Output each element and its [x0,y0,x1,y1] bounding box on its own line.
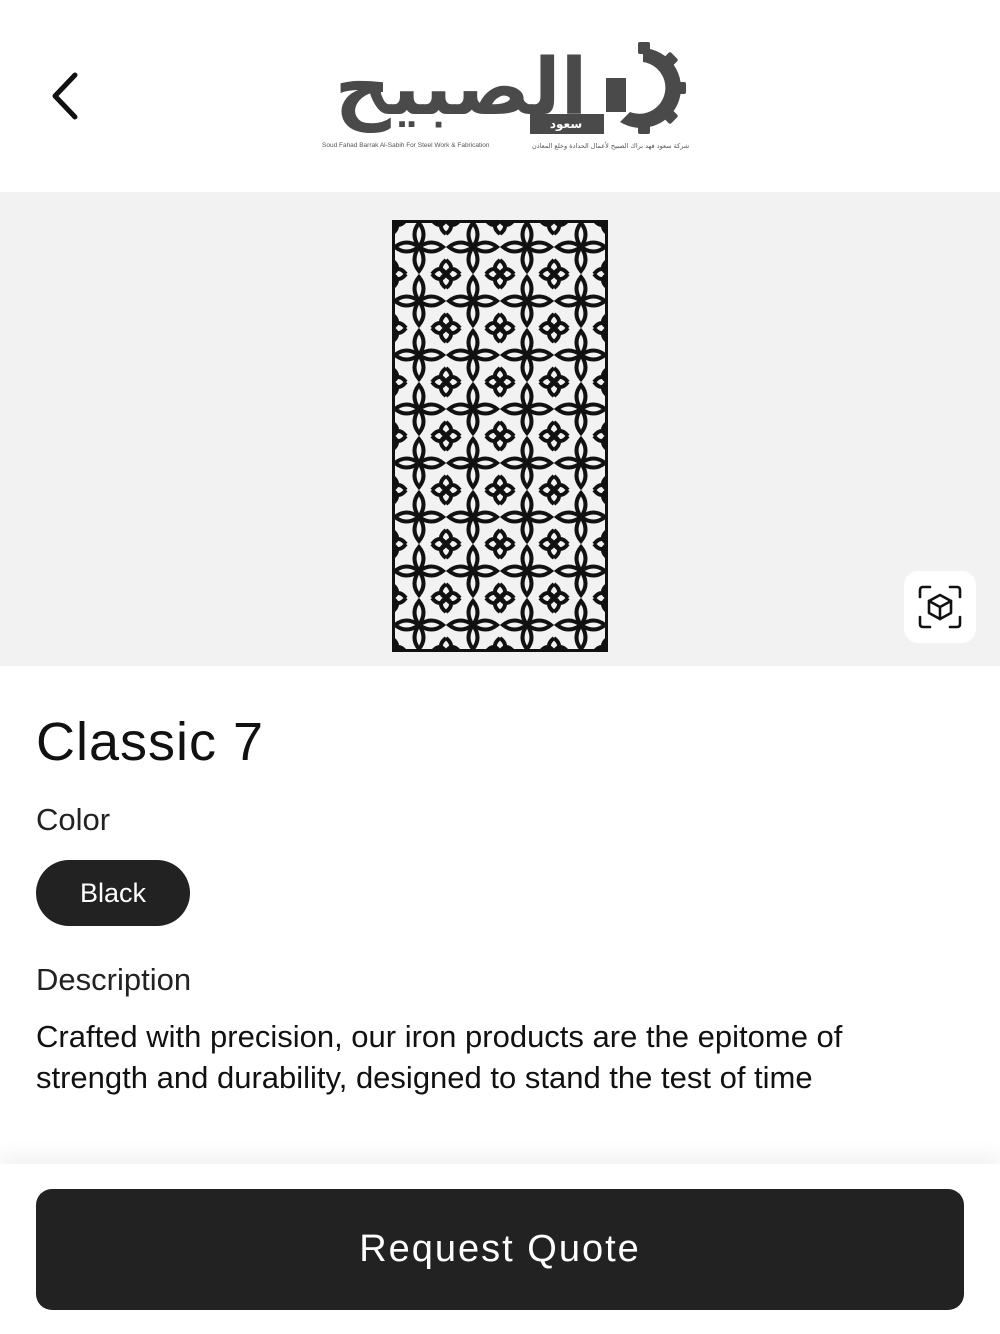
gear-logo-icon [606,42,686,134]
bottom-action-bar: Request Quote [0,1164,1000,1334]
product-pattern-image [392,220,608,652]
product-detail-screen: الصبيح سعود Soud Fahad Barrak Al-Sabih F… [0,0,1000,1334]
company-logo: الصبيح سعود Soud Fahad Barrak Al-Sabih F… [316,38,690,156]
chevron-left-icon [52,72,78,120]
back-button[interactable] [38,68,90,124]
ar-view-button[interactable] [904,571,976,643]
product-image-area [0,192,1000,666]
logo-arabic-caption: شركة سعود فهد براك الصبيح لأعمال الحدادة… [532,142,690,150]
header: الصبيح سعود Soud Fahad Barrak Al-Sabih F… [0,0,1000,192]
product-description: Crafted with precision, our iron product… [36,1019,843,1095]
request-quote-button[interactable]: Request Quote [36,1189,964,1310]
color-option-black[interactable]: Black [36,860,190,926]
cube-ar-icon [918,585,962,629]
description-label: Description [36,962,192,997]
logo-english-caption: Soud Fahad Barrak Al-Sabih For Steel Wor… [322,142,490,149]
color-label: Color [36,802,111,837]
logo-arabic-sub: سعود [549,117,583,131]
product-title: Classic 7 [36,712,265,772]
request-quote-label: Request Quote [359,1228,641,1270]
color-option-label: Black [79,877,147,908]
